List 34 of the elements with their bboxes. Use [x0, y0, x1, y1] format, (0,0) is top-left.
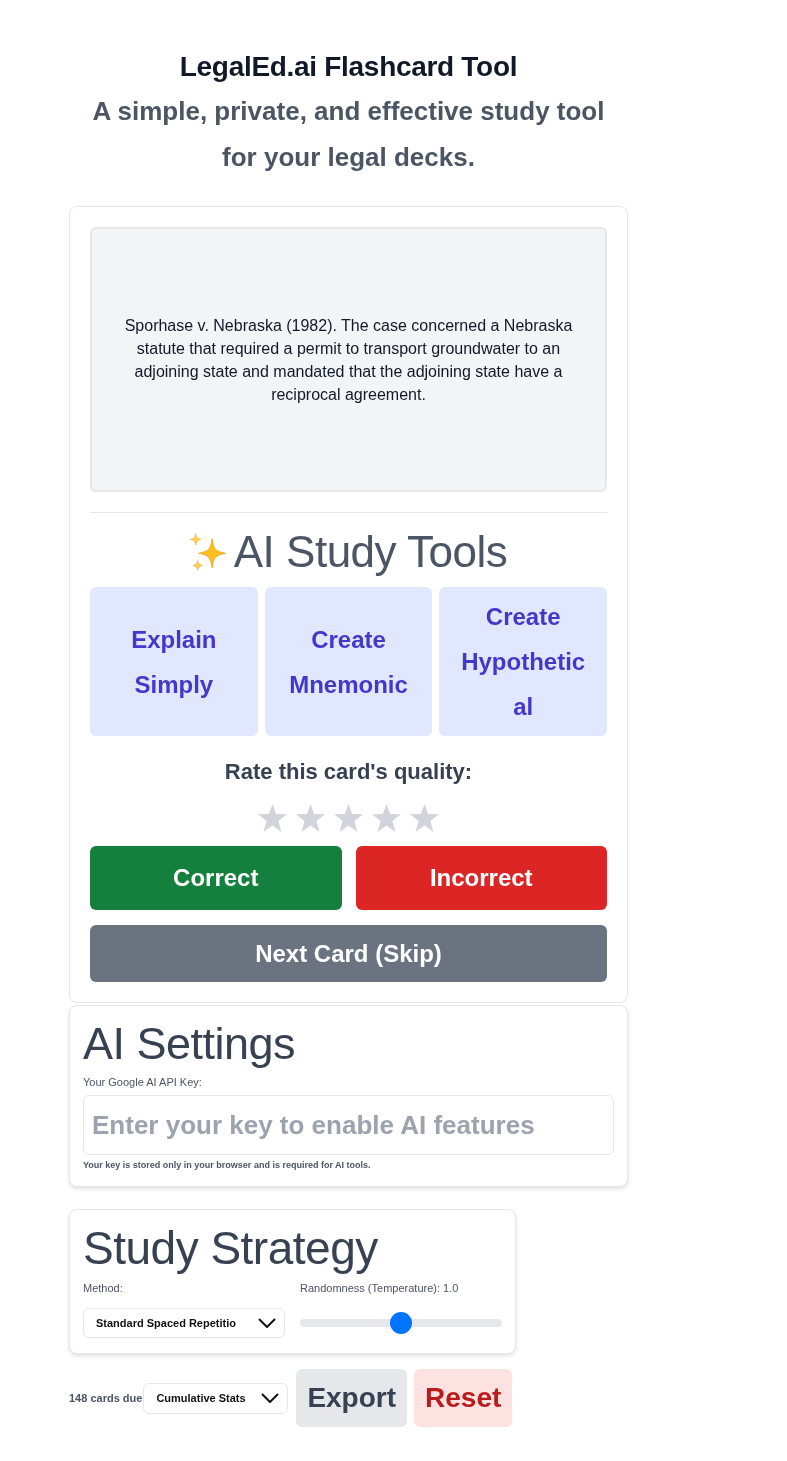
star-icon[interactable] [296, 804, 325, 832]
method-select[interactable]: Standard Spaced Repetitio [83, 1308, 285, 1338]
slider-thumb[interactable] [390, 1312, 412, 1334]
reset-button[interactable]: Reset [414, 1369, 513, 1427]
rating-label: Rate this card's quality: [223, 758, 474, 786]
skip-button[interactable]: Next Card (Skip) [90, 925, 607, 982]
due-count: 148 cards due [69, 1392, 143, 1404]
ai-tool-button[interactable]: Create Mnemonic [264, 587, 433, 736]
api-key-label: Your Google AI API Key: [83, 1075, 203, 1089]
star-icon[interactable] [410, 804, 439, 832]
app-title: LegalEd.ai Flashcard Tool [178, 50, 519, 84]
ai-tool-button[interactable]: Explain Simply [90, 587, 258, 736]
app-subtitle: A simple, private, and effective study tool for your legal decks. [91, 95, 606, 174]
chevron-down-icon [261, 1393, 280, 1403]
ai-tool-button[interactable]: Create Hypothetical [439, 587, 607, 736]
api-key-hint: Your key is stored only in your browser and is required for AI tools. [83, 1159, 372, 1171]
temperature-slider[interactable] [300, 1312, 502, 1334]
api-key-input[interactable]: Enter your key to enable AI features [83, 1095, 614, 1155]
method-label: Method: [83, 1281, 124, 1295]
incorrect-button[interactable]: Incorrect [355, 846, 607, 910]
card-text: Sporhase v. Nebraska (1982). The case concerned a Nebraska statute that required a permit to transport groundwater to an adjoining state and mandated that the adjoining state have a reciprocal agreement. [123, 315, 574, 405]
export-button[interactable]: Export [296, 1369, 408, 1427]
star-icon[interactable] [334, 804, 363, 832]
correct-button[interactable]: Correct [90, 846, 342, 910]
flashcard[interactable] [90, 227, 607, 492]
temperature-label: Randomness (Temperature): 1.0 [300, 1281, 460, 1295]
sparkles-icon [189, 533, 226, 571]
ai-settings-heading: AI Settings [83, 1018, 297, 1070]
stats-select[interactable]: Cumulative Stats [143, 1382, 289, 1414]
chevron-down-icon [258, 1318, 276, 1328]
study-strategy-heading: Study Strategy [83, 1221, 379, 1276]
star-icon[interactable] [372, 804, 401, 832]
ai-tools-heading: AI Study Tools [233, 528, 508, 576]
star-icon[interactable] [258, 804, 287, 832]
